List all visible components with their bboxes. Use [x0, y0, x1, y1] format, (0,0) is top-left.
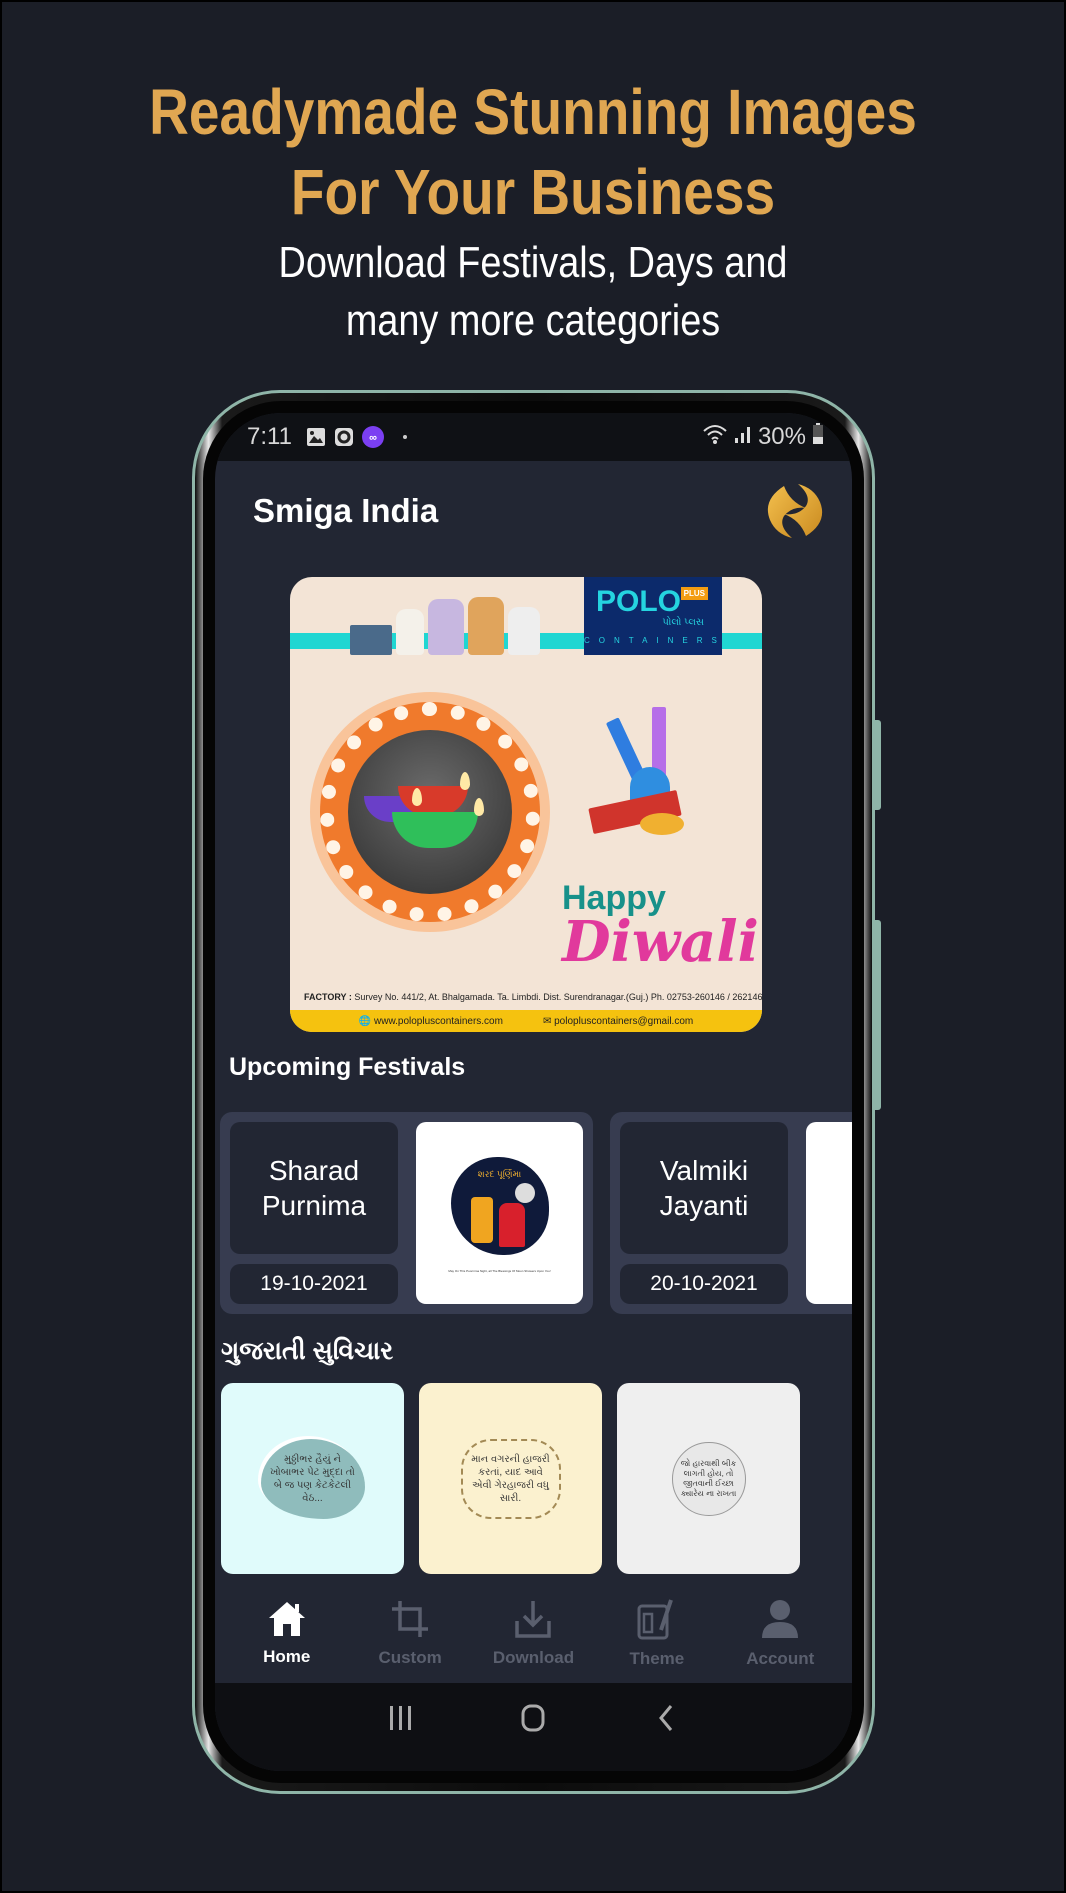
festival-date: 19-10-2021 — [230, 1264, 398, 1304]
festival-name-line-1: Sharad — [268, 1155, 360, 1186]
upcoming-festivals-title: Upcoming Festivals — [229, 1053, 466, 1081]
status-time: 7:11 — [247, 423, 292, 450]
wifi-icon — [702, 423, 728, 452]
headline-line-2: For Your Business — [290, 156, 776, 228]
nav-label: Download — [492, 1647, 575, 1667]
website-contact: 🌐 www.polopluscontainers.com — [359, 1016, 503, 1027]
home-icon — [267, 1600, 307, 1643]
theme-icon — [637, 1598, 677, 1645]
banner-contact-bar: 🌐 www.polopluscontainers.com ✉ poloplusc… — [290, 1010, 762, 1032]
product-tanks-image — [350, 597, 540, 655]
dot-icon — [402, 434, 408, 440]
nav-theme[interactable]: Theme — [602, 1598, 712, 1669]
email-text: polopluscontainers@gmail.com — [554, 1015, 694, 1027]
nav-label: Account — [746, 1648, 815, 1668]
subline-line-2: many more categories — [345, 296, 721, 345]
festival-name: Valmiki Jayanti — [620, 1122, 788, 1254]
link-app-icon: ∞ — [361, 426, 384, 448]
quote-text: માન વગરની હાજરી કરતાં, યાદ આવે એવી ગેરહા… — [471, 1453, 550, 1504]
festival-name-line-2: Purnima — [261, 1190, 367, 1221]
greeting-diwali: Diwali — [562, 909, 759, 975]
quote-card[interactable]: જો હારવાથી બીક લાગતી હોય, તો જીતવાની ઈચ્… — [617, 1383, 800, 1574]
factory-address-text: Survey No. 441/2, At. Bhalgamada. Ta. Li… — [354, 992, 762, 1002]
system-nav-bar — [215, 1683, 852, 1771]
nav-label: Home — [263, 1646, 311, 1666]
brand-subtitle: CONTAINERS — [584, 636, 726, 645]
recent-apps-icon[interactable] — [386, 1703, 416, 1738]
festivals-carousel[interactable]: Sharad Purnima 19-10-2021 શરદ પૂર્ણિમા Ma… — [220, 1112, 852, 1314]
bottom-nav: Home Custom Download Theme Account — [215, 1583, 852, 1683]
nav-label: Theme — [629, 1648, 685, 1668]
promo-subline: Download Festivals, Days and many more c… — [76, 234, 989, 350]
phone-frame: 7:11 ∞ 30% Smiga India POLO PLUS પોલો પ્… — [192, 390, 881, 1794]
festival-card[interactable]: Valmiki Jayanti 20-10-2021 — [610, 1112, 852, 1314]
festival-image[interactable]: શરદ પૂર્ણિમા May On This Poornima Night,… — [416, 1122, 583, 1304]
status-bar: 7:11 ∞ 30% — [215, 413, 852, 461]
svg-text:∞: ∞ — [369, 432, 377, 444]
headline-line-1: Readymade Stunning Images — [149, 76, 917, 148]
nav-label: Custom — [378, 1647, 442, 1667]
suvichar-carousel[interactable]: મુઠ્ઠીભર હૈયું ને ખોબાભર પેટ મુદ્દા તો બ… — [221, 1383, 800, 1574]
featured-banner[interactable]: POLO PLUS પોલો પ્લસ CONTAINERS Happy Diw… — [290, 577, 762, 1032]
subline-line-1: Download Festivals, Days and — [278, 238, 788, 287]
nav-home[interactable]: Home — [232, 1600, 342, 1667]
home-circle-icon[interactable] — [518, 1703, 548, 1738]
nav-download[interactable]: Download — [478, 1599, 588, 1668]
smiga-logo-icon[interactable] — [762, 482, 828, 540]
quote-card[interactable]: માન વગરની હાજરી કરતાં, યાદ આવે એવી ગેરહા… — [419, 1383, 602, 1574]
brand-gujarati: પોલો પ્લસ — [662, 617, 704, 628]
nav-account[interactable]: Account — [725, 1598, 835, 1669]
app-title: Smiga India — [253, 492, 439, 529]
festival-date: 20-10-2021 — [620, 1264, 788, 1304]
crop-icon — [390, 1599, 430, 1644]
battery-icon — [812, 422, 824, 452]
festival-image-caption: May On This Poornima Night, all The Bles… — [448, 1269, 551, 1273]
brand-plus-badge: PLUS — [680, 587, 708, 600]
app-icon — [334, 427, 354, 447]
mail-icon: ✉ — [542, 1015, 552, 1027]
festival-name: Sharad Purnima — [230, 1122, 398, 1254]
nav-custom[interactable]: Custom — [355, 1599, 465, 1668]
battery-percent: 30% — [757, 423, 806, 450]
festival-name-line-2: Jayanti — [659, 1190, 749, 1221]
gallery-icon — [306, 427, 326, 447]
download-icon — [513, 1599, 553, 1644]
signal-icon — [734, 423, 752, 451]
diya-illustration — [310, 692, 550, 932]
factory-label: FACTORY : — [304, 992, 352, 1002]
promo-headline: Readymade Stunning Images For Your Busin… — [76, 72, 989, 232]
quote-text: મુઠ્ઠીભર હૈયું ને ખોબાભર પેટ મુદ્દા તો બ… — [270, 1453, 355, 1504]
festival-card[interactable]: Sharad Purnima 19-10-2021 શરદ પૂર્ણિમા Ma… — [220, 1112, 593, 1314]
email-contact: ✉ polopluscontainers@gmail.com — [543, 1016, 693, 1027]
app-header: Smiga India — [215, 461, 852, 561]
account-icon — [760, 1598, 800, 1645]
power-button — [875, 920, 881, 1110]
globe-icon: 🌐 — [358, 1015, 372, 1027]
brand-logo: POLO PLUS પોલો પ્લસ CONTAINERS — [584, 577, 722, 655]
website-text: www.polopluscontainers.com — [374, 1015, 503, 1027]
festival-image[interactable] — [806, 1122, 852, 1304]
volume-button — [875, 720, 881, 810]
brand-name: POLO — [596, 585, 682, 618]
quote-text: જો હારવાથી બીક લાગતી હોય, તો જીતવાની ઈચ્… — [680, 1458, 737, 1498]
suvichar-title: ગુજરાતી સુવિચાર — [221, 1337, 394, 1365]
back-icon[interactable] — [651, 1703, 681, 1738]
factory-address: FACTORY : Survey No. 441/2, At. Bhalgama… — [304, 992, 762, 1002]
quote-card[interactable]: મુઠ્ઠીભર હૈયું ને ખોબાભર પેટ મુદ્દા તો બ… — [221, 1383, 404, 1574]
festival-image-title: શરદ પૂર્ણિમા — [477, 1169, 522, 1179]
phone-screen: 7:11 ∞ 30% Smiga India POLO PLUS પોલો પ્… — [215, 413, 852, 1771]
festival-name-line-1: Valmiki — [659, 1155, 749, 1186]
